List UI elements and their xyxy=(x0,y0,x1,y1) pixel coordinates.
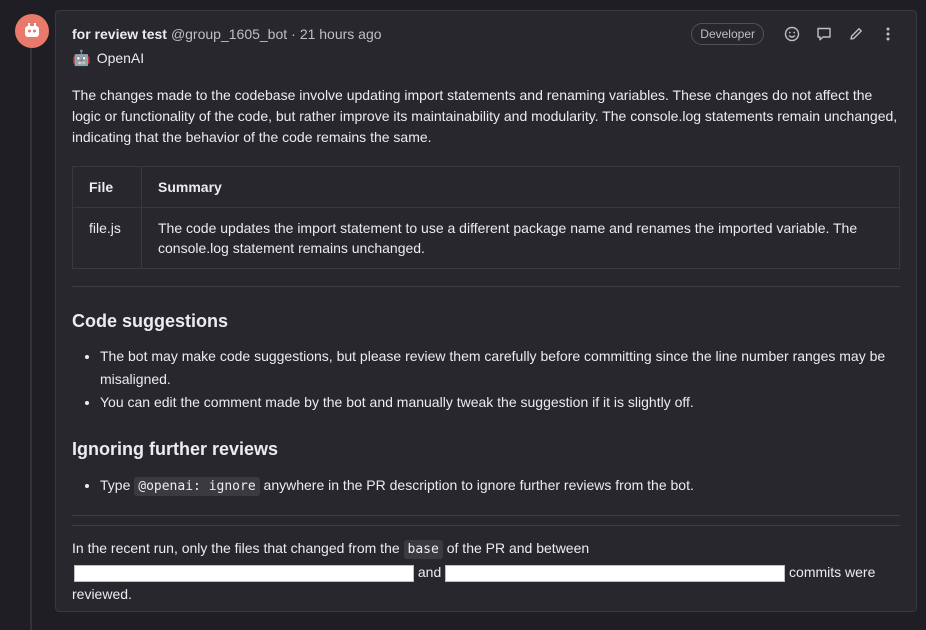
footer-paragraph: In the recent run, only the files that c… xyxy=(72,537,900,605)
ignore-suffix: anywhere in the PR description to ignore… xyxy=(263,477,694,493)
redacted-commit xyxy=(74,564,414,582)
summary-table: File Summary file.js The code updates th… xyxy=(72,166,900,269)
bot-avatar-icon xyxy=(25,23,39,37)
table-row: file.js The code updates the import stat… xyxy=(72,207,900,269)
separator: · xyxy=(291,26,296,42)
reply-button[interactable] xyxy=(808,22,840,46)
ignore-command-code: @openai: ignore xyxy=(134,477,260,496)
list-item: Type @openai: ignore anywhere in the PR … xyxy=(100,474,900,498)
divider xyxy=(72,286,900,287)
intro-paragraph: The changes made to the codebase involve… xyxy=(72,87,898,145)
column-header: File xyxy=(72,166,142,208)
column-header: Summary xyxy=(141,166,900,208)
author-name[interactable]: for review test xyxy=(72,26,167,42)
author-handle[interactable]: @group_1605_bot xyxy=(171,26,287,42)
timestamp[interactable]: 21 hours ago xyxy=(300,26,382,42)
footer-and: and xyxy=(417,564,442,580)
add-reaction-button[interactable] xyxy=(776,22,808,46)
comment-header: for review test @group_1605_bot · 21 hou… xyxy=(72,23,904,45)
ignoring-list: Type @openai: ignore anywhere in the PR … xyxy=(72,474,900,498)
code-suggestions-list: The bot may make code suggestions, but p… xyxy=(72,345,900,414)
comment-icon xyxy=(817,27,831,41)
header-actions: Developer xyxy=(691,22,904,46)
footer-text: In the recent run, only the files that c… xyxy=(72,540,400,556)
bot-label: OpenAI xyxy=(96,50,145,66)
ignore-prefix: Type xyxy=(100,477,131,493)
list-item: The bot may make code suggestions, but p… xyxy=(100,345,900,391)
comment-body: The changes made to the codebase involve… xyxy=(72,85,900,605)
redacted-commit xyxy=(445,564,786,582)
kebab-icon xyxy=(886,27,890,41)
table-header-row: File Summary xyxy=(72,166,900,208)
emoji-icon xyxy=(784,26,800,42)
list-item: You can edit the comment made by the bot… xyxy=(100,391,900,414)
base-code: base xyxy=(403,540,443,559)
timeline-line xyxy=(30,46,32,630)
role-badge: Developer xyxy=(691,23,764,45)
edit-button[interactable] xyxy=(840,22,872,46)
file-cell: file.js xyxy=(72,207,142,269)
avatar[interactable] xyxy=(15,14,49,48)
robot-icon: 🤖 xyxy=(72,50,91,67)
divider xyxy=(72,515,900,516)
pencil-icon xyxy=(850,28,862,40)
summary-cell: The code updates the import statement to… xyxy=(141,207,900,269)
more-actions-button[interactable] xyxy=(872,22,904,46)
footer-text: of the PR and between xyxy=(446,540,590,556)
bot-line: 🤖 OpenAI xyxy=(72,49,144,67)
divider xyxy=(72,525,900,526)
code-suggestions-heading: Code suggestions xyxy=(72,311,229,331)
comment-card: for review test @group_1605_bot · 21 hou… xyxy=(55,10,917,612)
ignoring-heading: Ignoring further reviews xyxy=(72,439,279,459)
